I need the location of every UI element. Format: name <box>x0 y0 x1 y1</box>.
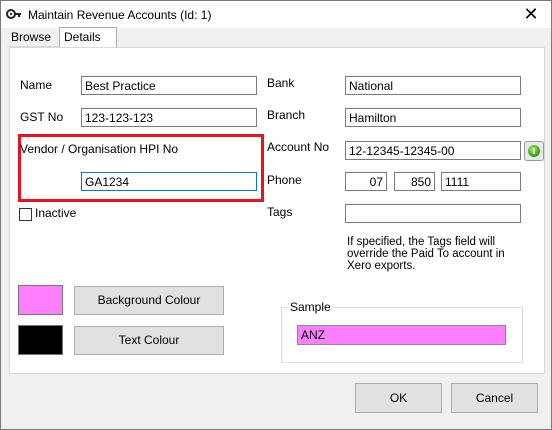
account-no-label: Account No <box>267 140 330 154</box>
background-colour-button[interactable]: Background Colour <box>74 286 224 315</box>
details-panel: Name Best Practice GST No 123-123-123 Ve… <box>9 47 545 374</box>
tab-browse[interactable]: Browse <box>7 28 59 47</box>
title-bar: Maintain Revenue Accounts (Id: 1) ✕ <box>1 1 551 28</box>
account-no-field[interactable]: 12-12345-12345-00 <box>345 141 521 160</box>
inactive-checkbox[interactable] <box>19 208 32 221</box>
sample-preview: ANZ <box>297 325 506 345</box>
text-colour-swatch <box>18 325 63 355</box>
green-info-icon <box>528 145 540 157</box>
window-title: Maintain Revenue Accounts (Id: 1) <box>28 8 212 22</box>
close-icon[interactable]: ✕ <box>515 3 547 25</box>
phone-number-field[interactable]: 1111 <box>441 172 521 191</box>
text-colour-button[interactable]: Text Colour <box>74 326 224 355</box>
phone-label: Phone <box>267 173 302 187</box>
tags-field[interactable] <box>345 204 521 223</box>
tab-details[interactable]: Details <box>59 27 117 47</box>
gear-link-icon <box>6 9 21 19</box>
account-check-button[interactable] <box>524 141 544 161</box>
name-label: Name <box>20 78 53 92</box>
cancel-button[interactable]: Cancel <box>451 383 538 413</box>
maintain-revenue-accounts-window: Maintain Revenue Accounts (Id: 1) ✕ Brow… <box>0 0 552 430</box>
phone-area-field[interactable]: 07 <box>345 172 387 191</box>
ok-button[interactable]: OK <box>355 383 442 413</box>
gst-no-label: GST No <box>20 110 64 124</box>
tags-label: Tags <box>267 205 293 219</box>
name-field[interactable]: Best Practice <box>81 76 257 95</box>
gst-no-field[interactable]: 123-123-123 <box>81 108 257 127</box>
sample-title: Sample <box>288 300 333 314</box>
vendor-hpi-label: Vendor / Organisation HPI No <box>20 142 179 156</box>
bank-label: Bank <box>267 76 295 90</box>
phone-prefix-field[interactable]: 850 <box>394 172 435 191</box>
tags-help-text: If specified, the Tags field will overri… <box>347 236 505 272</box>
branch-field[interactable]: Hamilton <box>345 108 521 127</box>
vendor-hpi-field[interactable]: GA1234 <box>81 172 257 191</box>
branch-label: Branch <box>267 108 306 122</box>
bank-field[interactable]: National <box>345 76 521 95</box>
inactive-label: Inactive <box>35 206 77 220</box>
background-colour-swatch <box>18 285 63 315</box>
